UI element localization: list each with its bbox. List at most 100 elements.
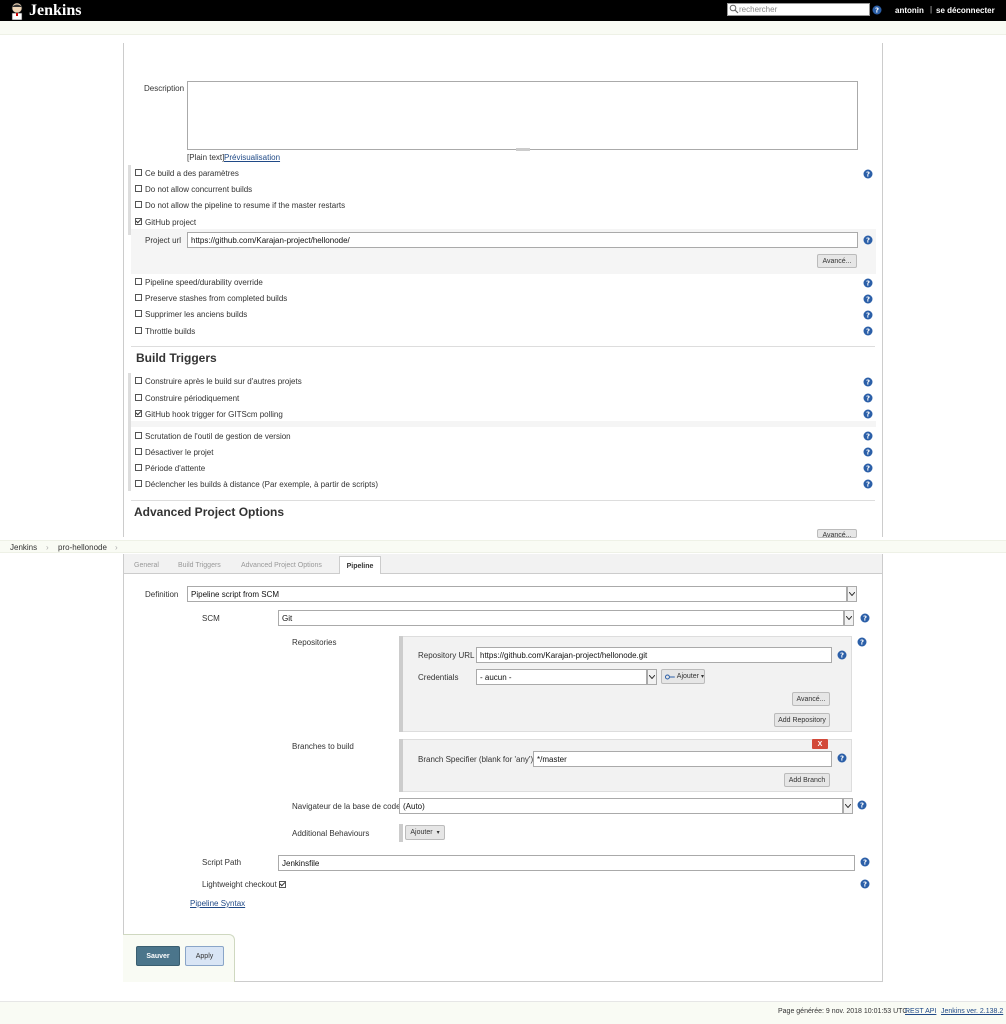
project-url-input[interactable]: https://github.com/Karajan-project/hello… xyxy=(187,232,858,248)
textarea-resize-handle[interactable] xyxy=(516,148,530,151)
advanced-button[interactable]: Avancé... xyxy=(817,254,857,268)
add-credentials-button[interactable]: Ajouter ▾ xyxy=(661,669,705,684)
description-textarea[interactable] xyxy=(187,81,858,150)
trigger-checkbox[interactable] xyxy=(135,377,142,384)
github-project-checkbox[interactable] xyxy=(135,218,142,225)
option-checkbox[interactable] xyxy=(135,310,142,317)
svg-text:?: ? xyxy=(866,328,870,336)
chevron-down-icon[interactable] xyxy=(847,586,857,602)
option-checkbox[interactable] xyxy=(135,294,142,301)
caret-down-icon: ▾ xyxy=(436,830,440,836)
help-icon[interactable]: ? xyxy=(863,377,873,387)
jenkins-butler-icon[interactable] xyxy=(9,2,25,20)
option-checkbox[interactable] xyxy=(135,278,142,285)
scm-label: SCM xyxy=(202,614,220,623)
svg-text:?: ? xyxy=(866,449,870,457)
tab-pipeline[interactable]: Pipeline xyxy=(339,556,381,575)
trigger-checkbox[interactable] xyxy=(135,464,142,471)
app-title[interactable]: Jenkins xyxy=(29,1,81,20)
help-icon[interactable]: ? xyxy=(863,235,873,245)
delete-branch-button[interactable]: X xyxy=(812,739,828,749)
help-icon[interactable]: ? xyxy=(863,431,873,441)
save-button[interactable]: Sauver xyxy=(136,946,180,966)
help-icon[interactable]: ? xyxy=(863,447,873,457)
user-link[interactable]: antonin xyxy=(895,6,924,15)
pipeline-syntax-link[interactable]: Pipeline Syntax xyxy=(190,899,245,908)
help-icon[interactable]: ? xyxy=(863,310,873,320)
apply-button[interactable]: Apply xyxy=(185,946,224,966)
script-path-label: Script Path xyxy=(202,858,242,867)
option-checkbox[interactable] xyxy=(135,201,142,208)
help-icon[interactable]: ? xyxy=(863,479,873,489)
branch-specifier-input[interactable]: */master xyxy=(533,751,832,767)
rest-api-link[interactable]: REST API xyxy=(905,1008,936,1015)
help-icon[interactable]: ? xyxy=(863,393,873,403)
svg-text:?: ? xyxy=(866,411,870,419)
jenkins-version-link[interactable]: Jenkins ver. 2.138.2 xyxy=(941,1008,1003,1015)
preview-link[interactable]: Prévisualisation xyxy=(224,153,280,162)
advanced-options-title: Advanced Project Options xyxy=(134,505,285,519)
chevron-down-icon[interactable] xyxy=(843,798,853,814)
svg-text:?: ? xyxy=(840,755,844,763)
behaviours-block-bar xyxy=(399,824,403,842)
branch-specifier-label: Branch Specifier (blank for 'any') xyxy=(418,755,534,764)
help-icon[interactable]: ? xyxy=(872,5,882,15)
tab-general[interactable]: General xyxy=(134,562,159,569)
help-icon[interactable]: ? xyxy=(860,879,870,889)
advanced-options-button[interactable]: Avancé... xyxy=(817,529,857,538)
repo-url-label: Repository URL xyxy=(418,651,475,660)
help-icon[interactable]: ? xyxy=(863,326,873,336)
chevron-down-icon[interactable] xyxy=(647,669,657,685)
chevron-down-icon[interactable] xyxy=(844,610,854,626)
add-repository-button[interactable]: Add Repository xyxy=(774,713,830,727)
lightweight-checkout-checkbox[interactable] xyxy=(279,881,286,888)
svg-text:?: ? xyxy=(866,481,870,489)
help-icon[interactable]: ? xyxy=(863,409,873,419)
definition-select[interactable]: Pipeline script from SCM xyxy=(187,586,847,602)
help-icon[interactable]: ? xyxy=(860,613,870,623)
repo-url-input[interactable]: https://github.com/Karajan-project/hello… xyxy=(476,647,832,663)
trigger-checkbox[interactable] xyxy=(135,480,142,487)
option-checkbox[interactable] xyxy=(135,327,142,334)
breadcrumb-item-jenkins[interactable]: Jenkins xyxy=(10,543,37,552)
help-icon[interactable]: ? xyxy=(860,857,870,867)
breadcrumb-arrow-icon[interactable]: › xyxy=(115,543,118,552)
help-icon[interactable]: ? xyxy=(863,169,873,179)
breadcrumb-arrow-icon[interactable]: › xyxy=(46,543,49,552)
help-icon[interactable]: ? xyxy=(837,650,847,660)
breadcrumb xyxy=(0,540,1006,553)
add-behaviour-button[interactable]: Ajouter ▾ xyxy=(405,825,445,840)
github-hook-checkbox[interactable] xyxy=(135,410,142,417)
project-url-label: Project url xyxy=(145,236,182,245)
breadcrumb-item-project[interactable]: pro-hellonode xyxy=(58,543,107,552)
repositories-label: Repositories xyxy=(292,638,337,647)
lightweight-checkout-label: Lightweight checkout xyxy=(202,880,277,889)
search-input[interactable] xyxy=(739,4,867,15)
help-icon[interactable]: ? xyxy=(837,753,847,763)
tab-build-triggers[interactable]: Build Triggers xyxy=(178,562,221,569)
add-branch-button[interactable]: Add Branch xyxy=(784,773,830,787)
option-label: Do not allow the pipeline to resume if t… xyxy=(145,201,346,210)
trigger-label: Désactiver le projet xyxy=(145,448,214,457)
svg-text:?: ? xyxy=(863,859,867,867)
option-checkbox[interactable] xyxy=(135,169,142,176)
credentials-select[interactable]: - aucun - xyxy=(476,669,647,685)
option-label: Preserve stashes from completed builds xyxy=(145,294,288,303)
trigger-checkbox[interactable] xyxy=(135,448,142,455)
help-icon[interactable]: ? xyxy=(857,637,867,647)
svg-text:?: ? xyxy=(866,171,870,179)
caret-down-icon: ▾ xyxy=(700,674,704,680)
option-checkbox[interactable] xyxy=(135,185,142,192)
help-icon[interactable]: ? xyxy=(863,294,873,304)
repo-advanced-button[interactable]: Avancé... xyxy=(792,692,830,706)
logout-link[interactable]: se déconnecter xyxy=(936,6,995,15)
trigger-checkbox[interactable] xyxy=(135,394,142,401)
help-icon[interactable]: ? xyxy=(863,463,873,473)
scm-select[interactable]: Git xyxy=(278,610,844,626)
tab-advanced-project-options[interactable]: Advanced Project Options xyxy=(241,562,322,569)
help-icon[interactable]: ? xyxy=(863,278,873,288)
help-icon[interactable]: ? xyxy=(857,800,867,810)
browser-select[interactable]: (Auto) xyxy=(399,798,843,814)
script-path-input[interactable]: Jenkinsfile xyxy=(278,855,855,871)
trigger-checkbox[interactable] xyxy=(135,432,142,439)
